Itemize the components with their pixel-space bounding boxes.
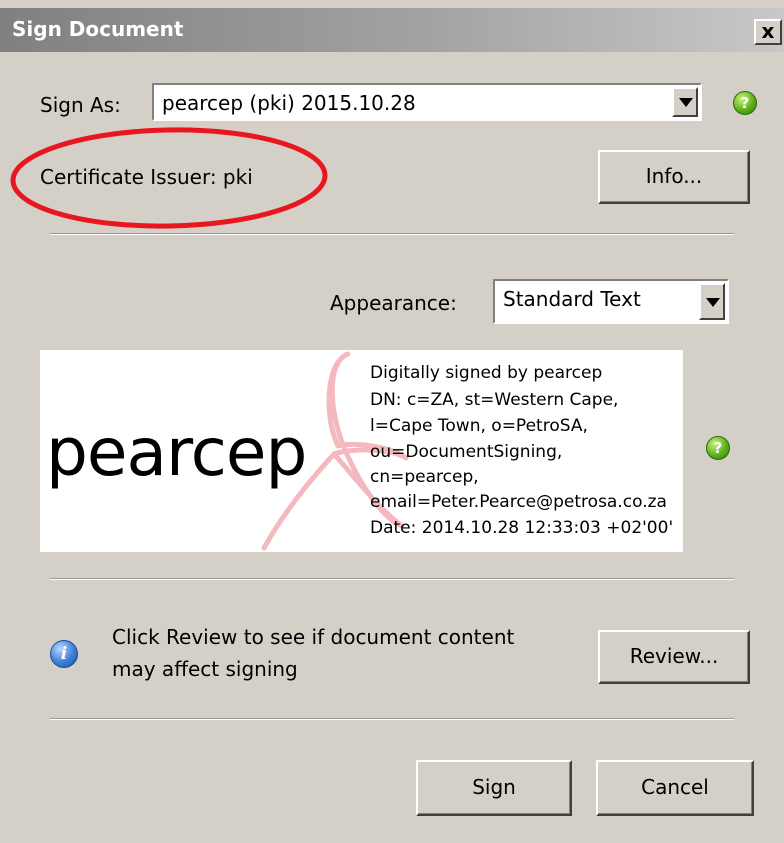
signature-detail-line: ou=DocumentSigning, [370, 442, 563, 462]
info-button[interactable]: Info... [598, 150, 750, 204]
review-message-line1: Click Review to see if document content [112, 625, 515, 649]
signature-name: pearcep [46, 414, 307, 491]
appearance-dropdown-button[interactable] [699, 283, 725, 320]
signature-preview: pearcep Digitally signed by pearcep DN: … [40, 350, 683, 552]
review-message-line2: may affect signing [112, 657, 298, 681]
chevron-down-icon [679, 98, 693, 107]
sign-document-dialog: Sign Document x Sign As: pearcep (pki) 2… [0, 0, 784, 843]
signature-detail-line: Digitally signed by pearcep [370, 363, 603, 383]
title-bar[interactable]: Sign Document x [0, 8, 784, 52]
dialog-title: Sign Document [12, 17, 184, 41]
help-icon[interactable]: ? [706, 436, 730, 460]
close-icon: x [761, 19, 775, 43]
sign-as-dropdown-button[interactable] [672, 87, 698, 117]
sign-button[interactable]: Sign [416, 760, 572, 816]
review-button[interactable]: Review... [598, 630, 750, 684]
sign-as-label: Sign As: [40, 93, 121, 117]
chevron-down-icon [706, 297, 720, 307]
help-icon[interactable]: ? [733, 91, 757, 115]
info-icon: i [50, 640, 78, 668]
appearance-dropdown[interactable]: Standard Text [493, 279, 729, 324]
signature-detail-line: Date: 2014.10.28 12:33:03 +02'00' [370, 518, 674, 538]
separator [50, 578, 734, 580]
appearance-label: Appearance: [330, 291, 457, 315]
signature-detail-line: cn=pearcep, [370, 467, 479, 487]
close-button[interactable]: x [754, 19, 782, 45]
signature-detail-line: email=Peter.Pearce@petrosa.co.za [370, 492, 667, 512]
signature-detail-line: DN: c=ZA, st=Western Cape, [370, 390, 619, 410]
separator [50, 718, 734, 720]
certificate-issuer-text: Certificate Issuer: pki [40, 165, 253, 189]
separator [50, 233, 734, 235]
sign-as-dropdown[interactable]: pearcep (pki) 2015.10.28 [152, 83, 702, 121]
sign-as-value: pearcep (pki) 2015.10.28 [162, 91, 416, 115]
appearance-value: Standard Text [503, 287, 641, 311]
cancel-button[interactable]: Cancel [596, 760, 754, 816]
signature-detail-line: l=Cape Town, o=PetroSA, [370, 416, 588, 436]
